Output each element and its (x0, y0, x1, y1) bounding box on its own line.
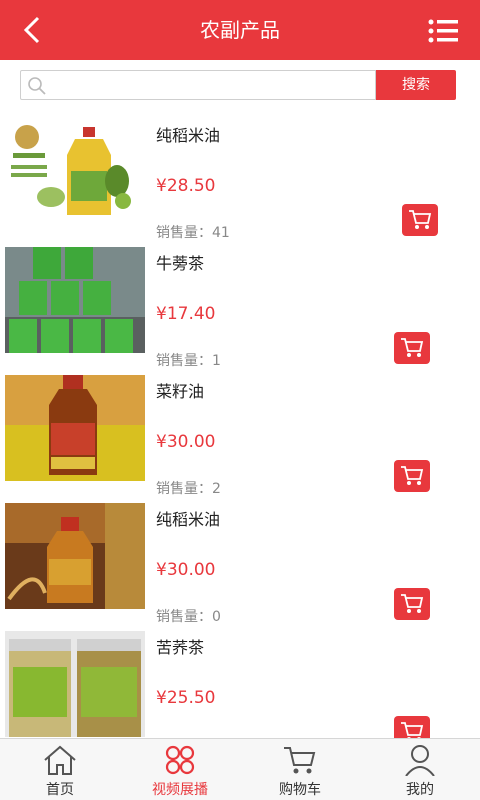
nav-home[interactable]: 首页 (0, 739, 120, 800)
product-list: 纯稻米油 ¥28.50 销售量：41 牛蒡茶 ¥17.40 销售量：1 菜籽油 … (0, 112, 480, 738)
product-price: ¥28.50 (156, 176, 216, 196)
product-sales: 销售量：41 (156, 225, 230, 241)
product-sales: 销售量：0 (156, 609, 221, 625)
search-field (20, 70, 376, 100)
search-icon (28, 77, 46, 95)
product-item[interactable]: 牛蒡茶 ¥17.40 销售量：1 (0, 240, 480, 369)
add-to-cart-button[interactable] (394, 716, 430, 738)
product-name: 纯稻米油 (156, 126, 221, 145)
product-name: 苦荞茶 (156, 638, 205, 657)
product-item[interactable]: 菜籽油 ¥30.00 销售量：2 (0, 368, 480, 497)
cart-icon (401, 722, 424, 738)
list-menu-icon[interactable] (428, 18, 458, 44)
bottom-nav: 首页 视频展播 购物车 我的 (0, 738, 480, 800)
add-to-cart-button[interactable] (394, 460, 430, 492)
cart-icon (401, 594, 424, 613)
nav-label: 首页 (46, 782, 74, 798)
cart-icon (401, 466, 424, 485)
product-name: 牛蒡茶 (156, 254, 205, 273)
home-icon (44, 745, 76, 775)
search-bar: 搜索 (20, 70, 456, 100)
product-item[interactable]: 苦荞茶 ¥25.50 (0, 624, 480, 738)
cart-icon (284, 747, 316, 774)
top-bar: 农副产品 (0, 0, 480, 60)
cart-icon (401, 338, 424, 357)
nav-me[interactable]: 我的 (360, 739, 480, 800)
nav-video[interactable]: 视频展播 (120, 739, 240, 800)
nav-label: 视频展播 (152, 782, 208, 798)
product-image (5, 247, 145, 353)
page-title: 农副产品 (200, 18, 280, 42)
product-price: ¥17.40 (156, 304, 216, 324)
add-to-cart-button[interactable] (394, 332, 430, 364)
product-item[interactable]: 纯稻米油 ¥30.00 销售量：0 (0, 496, 480, 625)
user-icon (405, 745, 435, 776)
product-sales: 销售量：2 (156, 481, 221, 497)
product-image (5, 375, 145, 481)
product-image (5, 631, 145, 737)
cart-icon (409, 210, 432, 229)
add-to-cart-button[interactable] (394, 588, 430, 620)
search-input[interactable] (53, 74, 371, 96)
nav-label: 购物车 (279, 782, 321, 798)
product-name: 纯稻米油 (156, 510, 221, 529)
product-image (5, 119, 145, 225)
product-price: ¥30.00 (156, 432, 216, 452)
search-button[interactable]: 搜索 (376, 70, 456, 100)
product-name: 菜籽油 (156, 382, 205, 401)
product-image (5, 503, 145, 609)
grid-icon (165, 745, 195, 775)
product-price: ¥25.50 (156, 688, 216, 708)
nav-label: 我的 (406, 782, 434, 798)
product-item[interactable]: 纯稻米油 ¥28.50 销售量：41 (0, 112, 480, 241)
product-price: ¥30.00 (156, 560, 216, 580)
product-sales: 销售量：1 (156, 353, 221, 369)
nav-cart[interactable]: 购物车 (240, 739, 360, 800)
add-to-cart-button[interactable] (402, 204, 438, 236)
